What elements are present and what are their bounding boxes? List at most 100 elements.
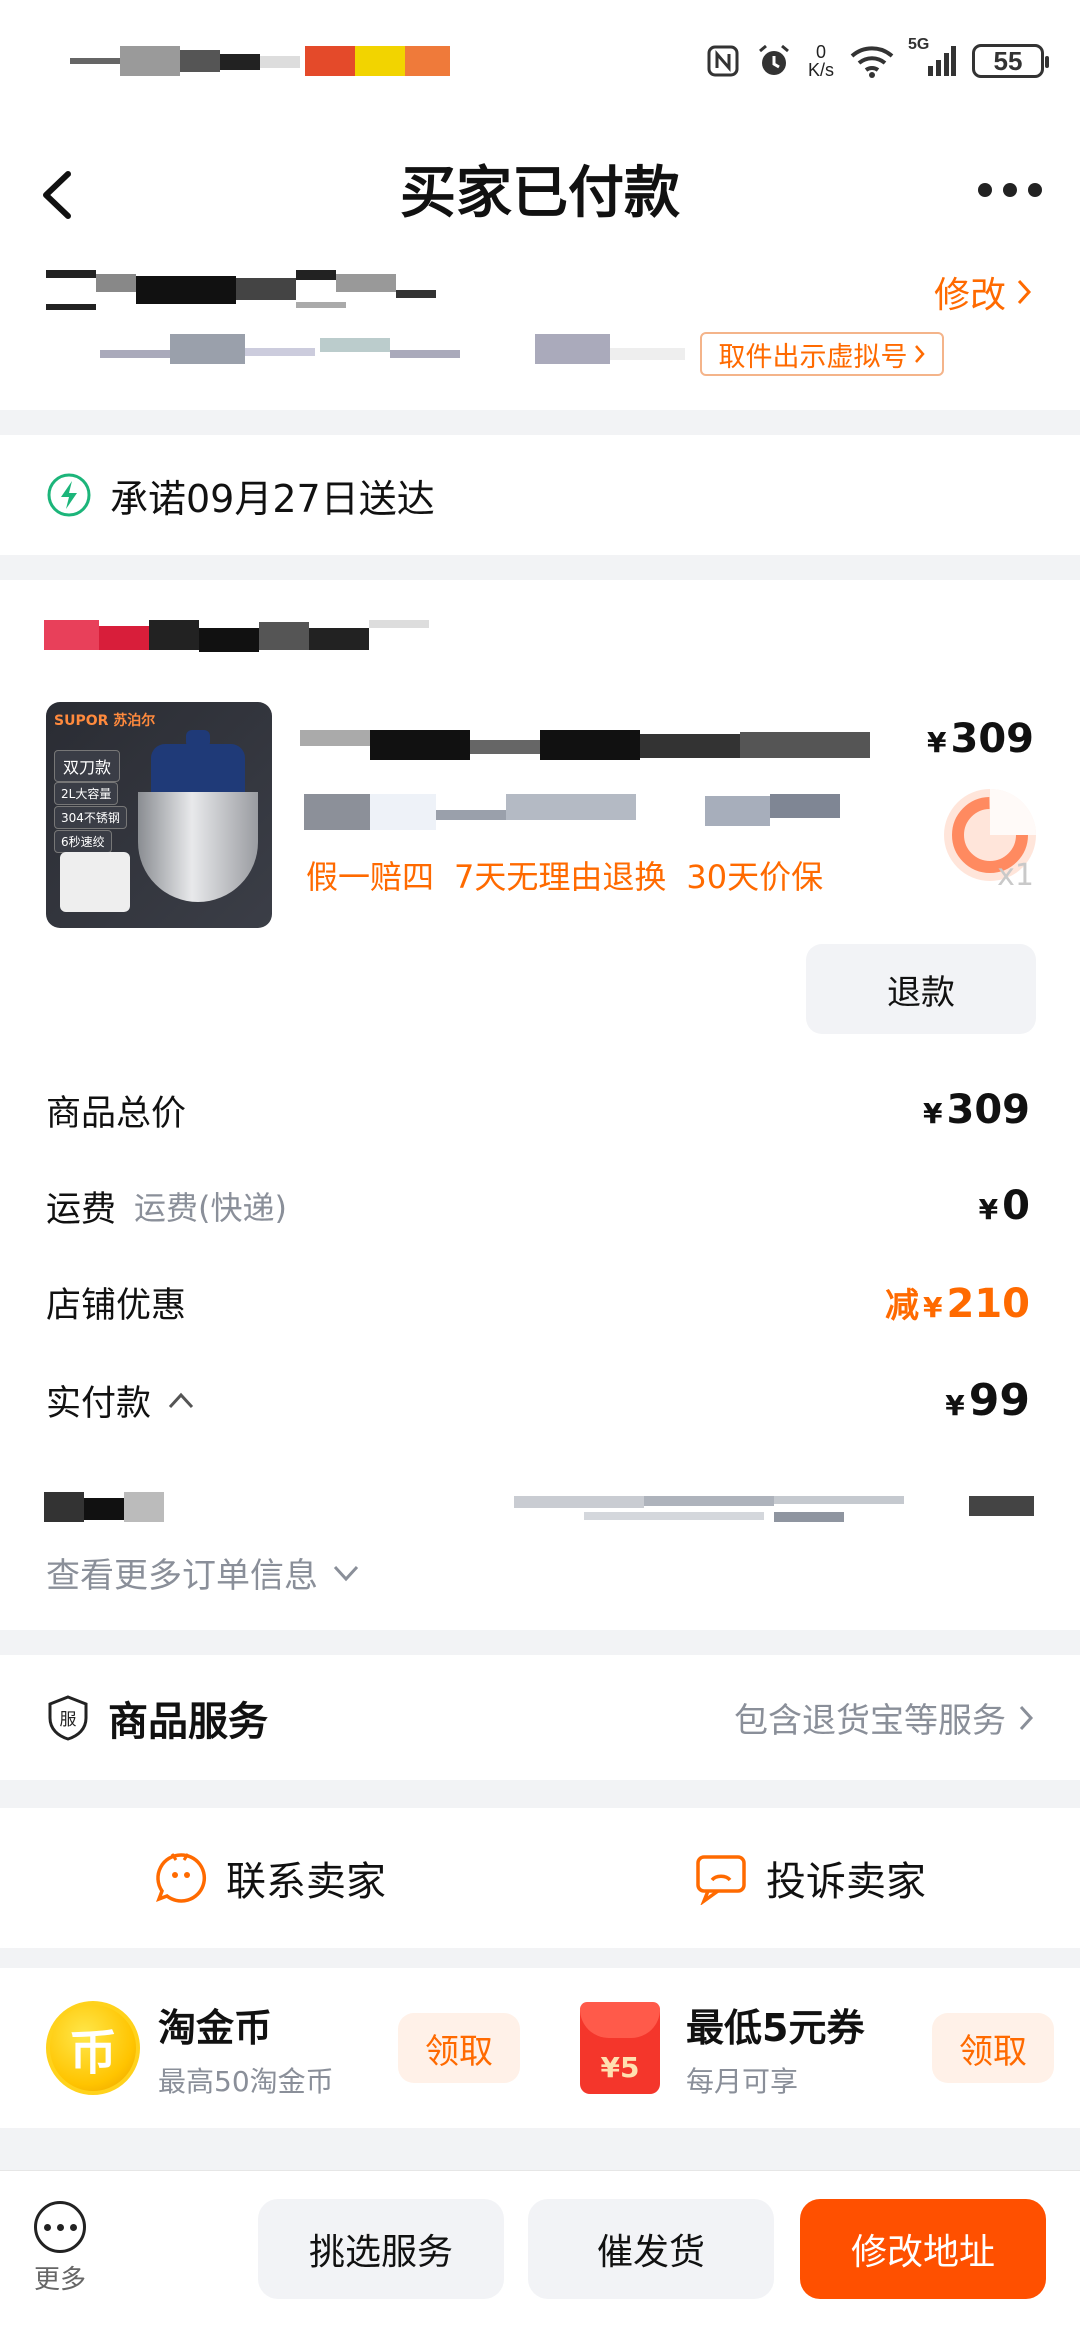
coupon-title: 最低5元券 bbox=[686, 2005, 865, 2050]
pickup-label: 取件出示虚拟号 bbox=[718, 341, 908, 373]
service-title: 商品服务 bbox=[108, 1698, 268, 1745]
chevron-right-icon bbox=[1017, 279, 1032, 305]
shop-discount-label: 店铺优惠 bbox=[46, 1285, 187, 1326]
redacted-address bbox=[100, 330, 690, 374]
product-quantity: x1 bbox=[997, 858, 1034, 893]
total-price-label: 商品总价 bbox=[46, 1093, 187, 1134]
currency-symbol: ¥ bbox=[923, 1290, 943, 1324]
alarm-icon bbox=[756, 43, 792, 79]
chevron-down-icon bbox=[333, 1565, 359, 1581]
more-dots-icon[interactable] bbox=[978, 180, 1042, 200]
coin-symbol: 币 bbox=[68, 2025, 117, 2081]
guarantee-tag: 假一赔四 bbox=[306, 858, 435, 896]
more-button[interactable]: 更多 bbox=[30, 2201, 90, 2296]
thumb-tag: 304不锈钢 bbox=[54, 806, 127, 829]
chat-face-icon bbox=[156, 1853, 206, 1903]
shop-discount-value: 减 ¥210 bbox=[885, 1278, 1030, 1327]
thumb-tag: 6秒速绞 bbox=[54, 830, 112, 853]
total-price-row: 商品总价 ¥309 bbox=[46, 1080, 1030, 1140]
coin-title: 淘金币 bbox=[158, 2005, 273, 2050]
page-title: 买家已付款 bbox=[400, 161, 680, 226]
coupon-symbol: ¥5 bbox=[600, 2051, 640, 2084]
contact-seller-label: 联系卖家 bbox=[226, 1859, 386, 1905]
promo-row: 币 淘金币 最高50淘金币 领取 ¥5 最低5元券 每月可享 领取 bbox=[0, 1968, 1080, 2128]
bottom-action-bar: 更多 挑选服务 催发货 修改地址 bbox=[0, 2170, 1080, 2340]
complain-seller-button[interactable]: 投诉卖家 bbox=[540, 1808, 1080, 1948]
modify-address-button[interactable]: 修改地址 bbox=[800, 2199, 1046, 2299]
net-speed-unit: K/s bbox=[807, 60, 834, 80]
discount-number: 210 bbox=[946, 1280, 1031, 1327]
order-detail-page: 0 K/s 5G 55 买家已付款 修改 取件出示虚拟号 承诺09月27日送达 … bbox=[0, 0, 1080, 2340]
battery-icon: 55 bbox=[972, 44, 1049, 78]
claim-coupon-button[interactable]: 领取 bbox=[932, 2013, 1054, 2083]
service-desc-text: 包含退货宝等服务 bbox=[734, 1701, 1006, 1741]
redacted-recipient bbox=[46, 270, 436, 324]
signal-label: 5G bbox=[908, 36, 930, 53]
guarantee-tag: 7天无理由退换 bbox=[454, 858, 667, 896]
currency-symbol: ¥ bbox=[945, 1388, 965, 1422]
product-service-row[interactable]: 服 商品服务 包含退货宝等服务 bbox=[0, 1655, 1080, 1780]
product-image-part bbox=[60, 852, 130, 912]
thumb-tag: 双刀款 bbox=[54, 750, 121, 782]
total-price-value: ¥309 bbox=[923, 1087, 1030, 1133]
product-image-part bbox=[138, 792, 258, 902]
paid-amount-row[interactable]: 实付款 ¥99 bbox=[46, 1370, 1030, 1430]
redacted-product-title bbox=[300, 730, 880, 854]
status-bar: 0 K/s 5G 55 bbox=[0, 0, 1080, 120]
shipping-row: 运费 运费(快递) ¥0 bbox=[46, 1176, 1030, 1236]
pickup-virtual-number-button[interactable]: 取件出示虚拟号 bbox=[700, 332, 944, 376]
product-guarantees: 假一赔四 7天无理由退换 30天价保 bbox=[306, 852, 823, 898]
battery-level: 55 bbox=[993, 45, 1023, 76]
product-price: ¥309 bbox=[927, 716, 1034, 762]
contact-row: 联系卖家 投诉卖家 bbox=[0, 1808, 1080, 1948]
urge-shipping-button[interactable]: 催发货 bbox=[528, 2199, 774, 2299]
complain-seller-label: 投诉卖家 bbox=[766, 1859, 926, 1905]
refund-button[interactable]: 退款 bbox=[806, 944, 1036, 1034]
discount-prefix: 减 bbox=[885, 1285, 920, 1326]
shipping-sub: 运费(快递) bbox=[134, 1189, 287, 1227]
shop-discount-row: 店铺优惠 减 ¥210 bbox=[46, 1272, 1030, 1332]
gold-coin-promo: 币 淘金币 最高50淘金币 领取 bbox=[0, 1968, 546, 2128]
paid-amount-value: ¥99 bbox=[945, 1375, 1030, 1426]
currency-symbol: ¥ bbox=[978, 1193, 999, 1226]
lightning-icon bbox=[47, 473, 91, 517]
order-card: SUPOR 苏泊尔 双刀款 2L大容量 304不锈钢 6秒速绞 ¥ 309 x1… bbox=[0, 580, 1080, 1630]
signal-icon: 5G bbox=[908, 36, 956, 78]
paid-amount-number: 99 bbox=[968, 1374, 1030, 1426]
thumb-tag: 2L大容量 bbox=[54, 782, 119, 805]
guarantee-tag: 30天价保 bbox=[686, 858, 824, 896]
delivery-promise: 承诺09月27日送达 bbox=[0, 435, 1080, 555]
view-more-order-info[interactable]: 查看更多订单信息 bbox=[46, 1548, 360, 1597]
currency-symbol: ¥ bbox=[923, 1097, 943, 1130]
shipping-number: 0 bbox=[1002, 1183, 1030, 1229]
service-desc: 包含退货宝等服务 bbox=[734, 1693, 1034, 1742]
service-icon-text: 服 bbox=[60, 1710, 77, 1730]
shipping-label: 运费 bbox=[46, 1189, 117, 1230]
coupon-sub: 每月可享 bbox=[686, 2064, 799, 2098]
product-thumbnail[interactable]: SUPOR 苏泊尔 双刀款 2L大容量 304不锈钢 6秒速绞 bbox=[46, 702, 272, 928]
more-info-label: 查看更多订单信息 bbox=[46, 1556, 318, 1596]
select-service-button[interactable]: 挑选服务 bbox=[258, 2199, 504, 2299]
net-speed-value: 0 bbox=[815, 42, 826, 62]
currency-symbol: ¥ bbox=[927, 726, 947, 759]
coupon-promo: ¥5 最低5元券 每月可享 领取 bbox=[546, 1968, 1080, 2128]
redacted-status-area bbox=[70, 46, 450, 76]
more-dots-icon bbox=[34, 2201, 86, 2253]
nfc-icon bbox=[706, 44, 740, 78]
claim-coin-button[interactable]: 领取 bbox=[398, 2013, 520, 2083]
product-price-value: 309 bbox=[950, 716, 1035, 762]
more-label: 更多 bbox=[33, 2265, 86, 2295]
wifi-icon bbox=[850, 44, 894, 78]
contact-seller-button[interactable]: 联系卖家 bbox=[0, 1808, 540, 1948]
thumb-brand: SUPOR 苏泊尔 bbox=[54, 713, 156, 729]
address-section[interactable]: 修改 取件出示虚拟号 bbox=[0, 250, 1080, 410]
chevron-up-icon bbox=[168, 1392, 194, 1409]
chevron-right-icon bbox=[1019, 1705, 1034, 1730]
delivery-promise-text: 承诺09月27日送达 bbox=[110, 476, 435, 521]
shipping-value: ¥0 bbox=[979, 1183, 1030, 1229]
edit-address-link[interactable]: 修改 bbox=[934, 266, 1032, 318]
red-envelope-icon: ¥5 bbox=[580, 2002, 660, 2094]
edit-address-label: 修改 bbox=[933, 275, 1006, 316]
total-price-number: 309 bbox=[946, 1087, 1031, 1133]
nav-bar: 买家已付款 bbox=[0, 120, 1080, 250]
